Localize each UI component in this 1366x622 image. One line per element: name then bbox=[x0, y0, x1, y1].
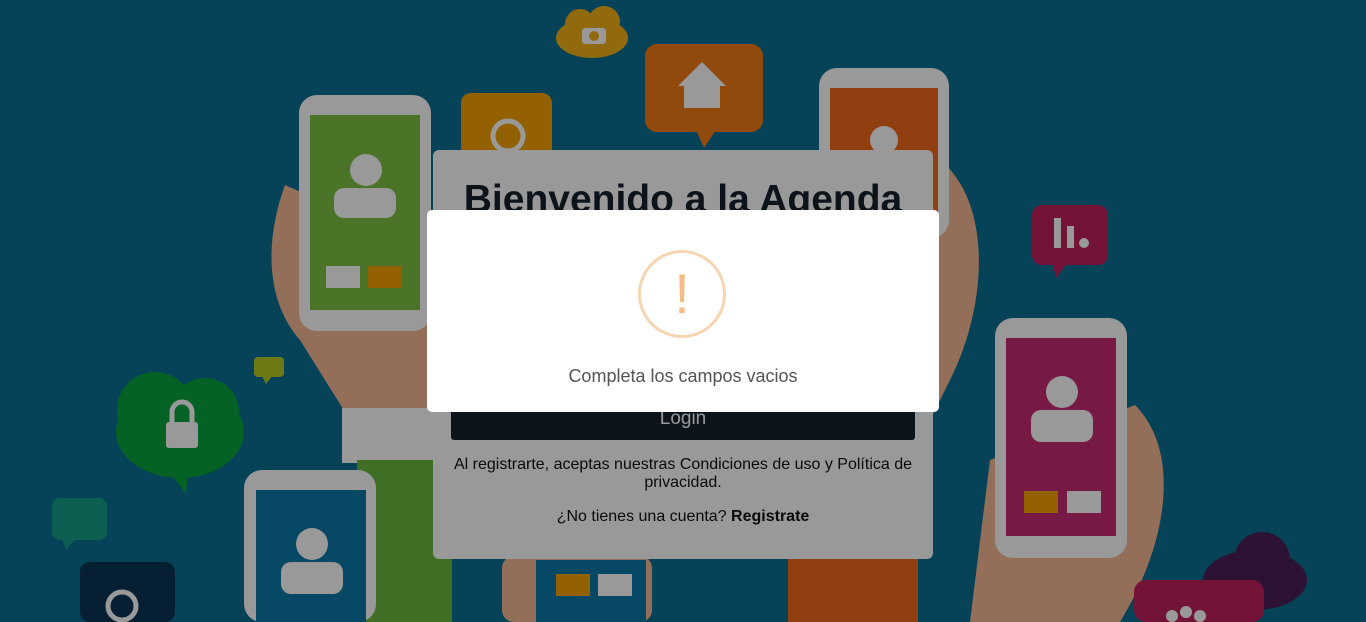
warning-icon: ! bbox=[638, 250, 726, 338]
alert-modal: ! Completa los campos vacios bbox=[427, 210, 939, 412]
alert-message: Completa los campos vacios bbox=[568, 366, 798, 386]
